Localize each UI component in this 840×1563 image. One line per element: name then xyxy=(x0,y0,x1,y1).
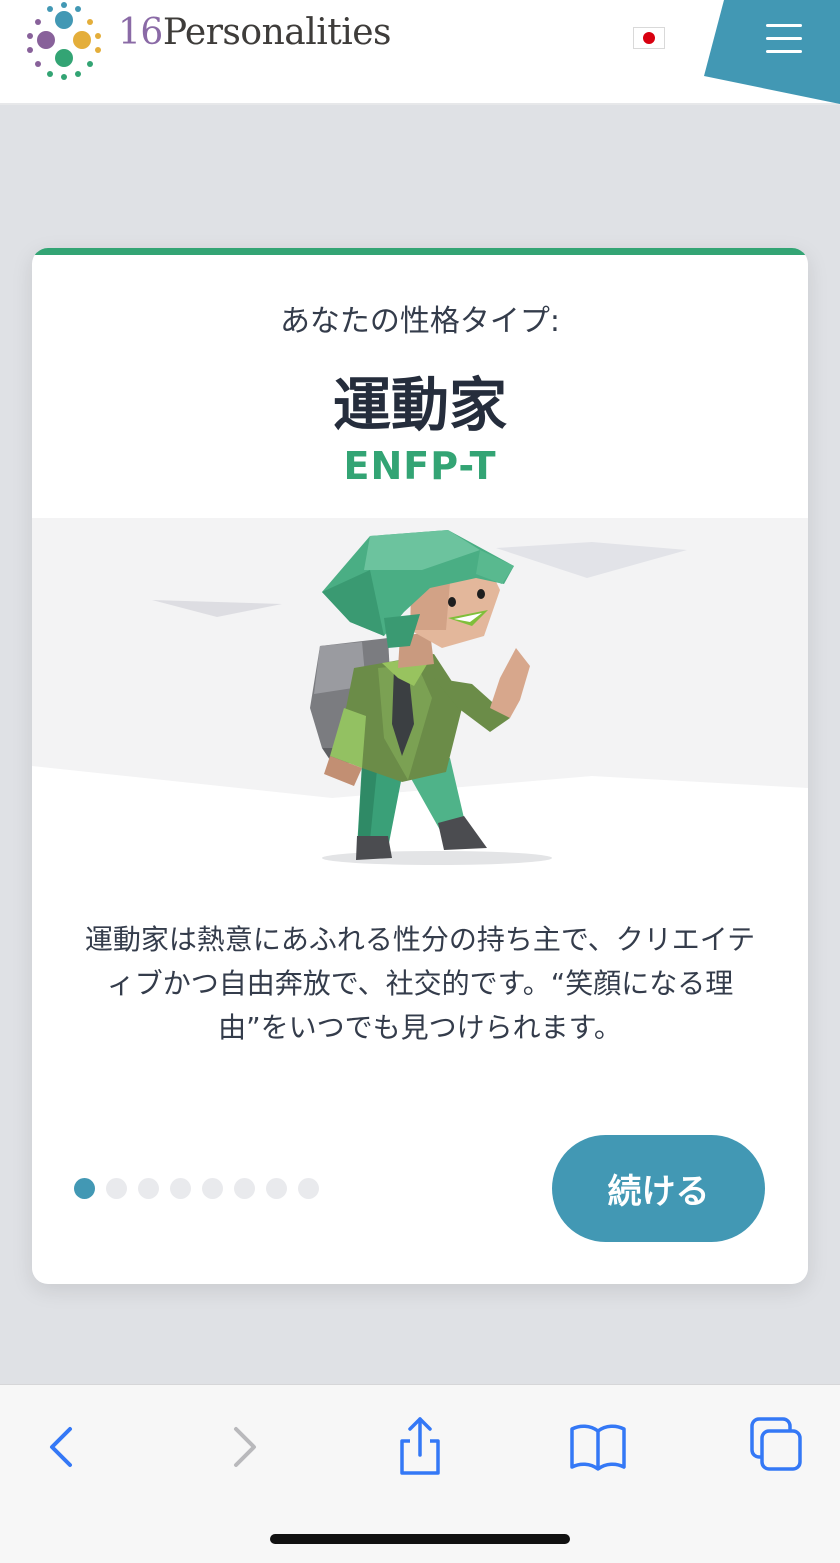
bookmarks-icon[interactable] xyxy=(566,1415,630,1479)
card-accent-bar xyxy=(32,248,808,255)
progress-dot xyxy=(234,1178,255,1199)
logo-number: 16 xyxy=(118,12,163,53)
result-card: あなたの性格タイプ: 運動家 ENFP-T 運動家は熱意にあふれる性分の持ち主で… xyxy=(32,248,808,1284)
progress-dot xyxy=(138,1178,159,1199)
personality-type-name: 運動家 xyxy=(332,371,507,439)
hamburger-menu-icon[interactable] xyxy=(766,24,802,54)
logo-word: Personalities xyxy=(162,12,392,53)
progress-dot xyxy=(202,1178,223,1199)
progress-dot xyxy=(298,1178,319,1199)
progress-dots xyxy=(74,1178,330,1200)
logo-icon[interactable] xyxy=(22,0,106,84)
logo-wordmark[interactable]: 16Personalities xyxy=(118,12,392,53)
home-indicator xyxy=(270,1534,570,1544)
progress-dot xyxy=(170,1178,191,1199)
forward-icon[interactable] xyxy=(212,1415,276,1479)
card-subtitle: あなたの性格タイプ: xyxy=(279,304,561,339)
back-icon[interactable] xyxy=(30,1415,94,1479)
progress-dot xyxy=(106,1178,127,1199)
personality-type-code: ENFP-T xyxy=(343,444,497,488)
site-header: 16Personalities xyxy=(0,0,840,105)
campaigner-character-illustration xyxy=(32,518,808,865)
tabs-icon[interactable] xyxy=(744,1415,808,1479)
share-icon[interactable] xyxy=(388,1415,452,1479)
japan-flag-icon[interactable] xyxy=(633,27,665,49)
progress-dot-active xyxy=(74,1178,95,1199)
type-description: 運動家は熱意にあふれる性分の持ち主で、クリエイティブかつ自由奔放で、社交的です。… xyxy=(84,923,756,1044)
progress-dot xyxy=(266,1178,287,1199)
continue-button[interactable]: 続ける xyxy=(552,1135,765,1242)
